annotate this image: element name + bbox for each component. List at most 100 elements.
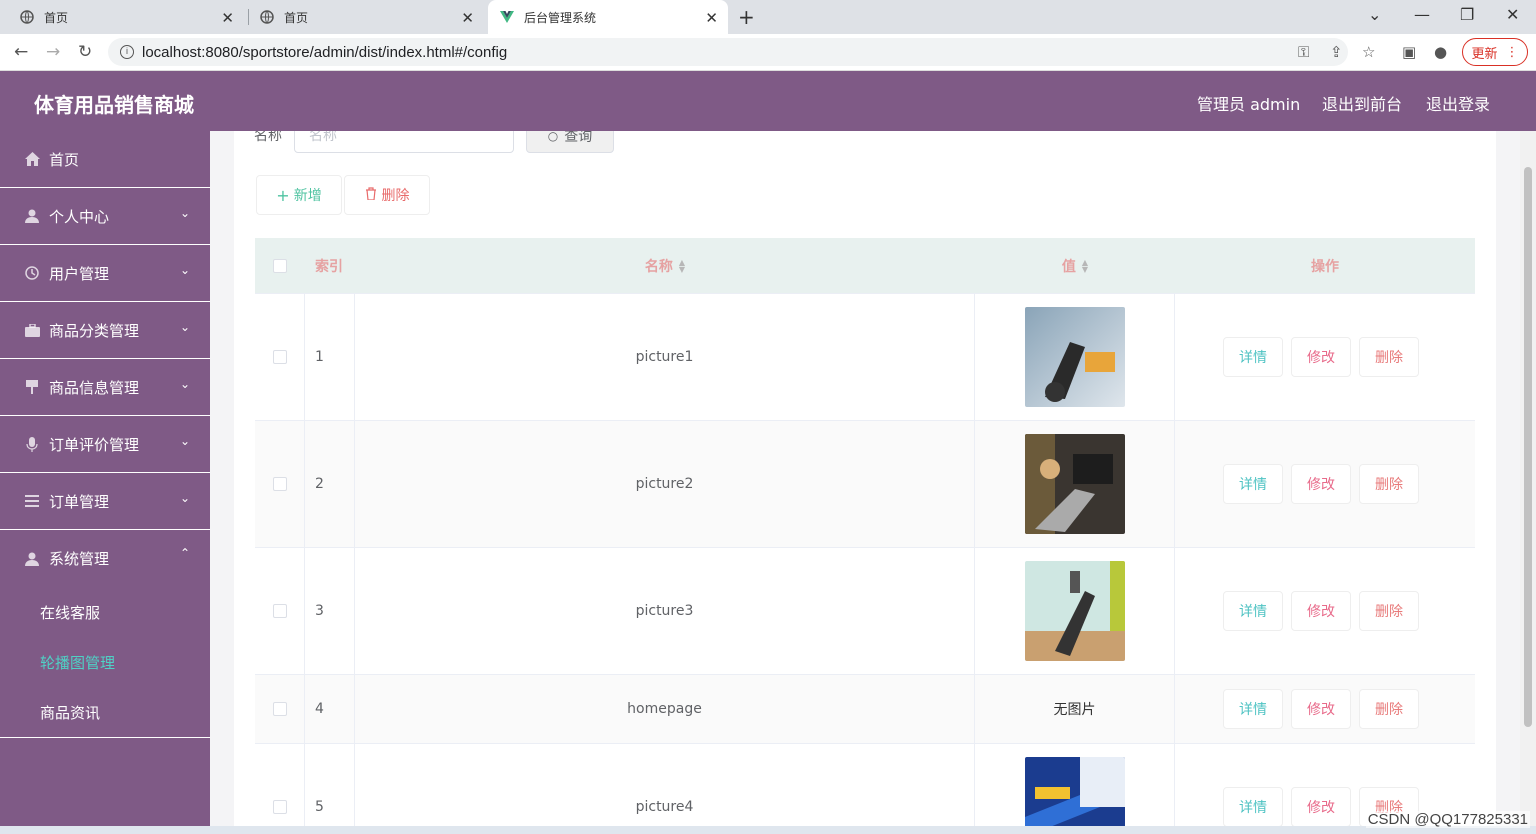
delete-button[interactable]: 删除 (1359, 689, 1419, 729)
star-icon[interactable]: ☆ (1362, 43, 1375, 61)
sidebar-item-product-management[interactable]: 商品信息管理 ⌄ (0, 359, 210, 416)
delete-button[interactable]: 删除 (1359, 337, 1419, 377)
row-checkbox[interactable] (272, 477, 287, 491)
site-info-icon[interactable]: i (120, 45, 134, 59)
new-tab-icon[interactable]: + (738, 5, 755, 29)
row-index: 3 (305, 548, 355, 674)
sidebar-item-system-management[interactable]: 系统管理 ⌃ (0, 530, 210, 587)
detail-button[interactable]: 详情 (1223, 464, 1283, 504)
browser-tab-2[interactable]: 首页 ✕ (248, 0, 484, 34)
reload-icon[interactable]: ↻ (78, 42, 92, 62)
update-button[interactable]: 更新 ⋮ (1462, 38, 1528, 66)
column-header-actions: 操作 (1311, 259, 1339, 275)
sidebar-item-label: 用户管理 (49, 264, 110, 283)
edit-button[interactable]: 修改 (1291, 689, 1351, 729)
chevron-down-icon: ⌄ (179, 491, 190, 505)
delete-button-label: 删除 (381, 188, 410, 204)
column-header-value[interactable]: 值 ▲ ▼ (975, 238, 1175, 294)
add-button[interactable]: + 新增 (256, 175, 342, 215)
sidebar-item-category-management[interactable]: 商品分类管理 ⌄ (0, 302, 210, 359)
column-header-name-label: 名称 (644, 259, 673, 275)
carousel-image-thumbnail[interactable] (1024, 434, 1125, 534)
edit-button[interactable]: 修改 (1291, 464, 1351, 504)
microphone-icon (24, 436, 40, 452)
share-icon[interactable]: ⇪ (1330, 43, 1343, 61)
delete-button[interactable]: 删除 (1359, 464, 1419, 504)
sidebar-item-user-management[interactable]: 用户管理 ⌄ (0, 245, 210, 302)
row-checkbox[interactable] (272, 702, 287, 716)
row-index: 5 (305, 744, 355, 834)
search-button[interactable]: ○ 查询 (526, 131, 614, 153)
edit-button[interactable]: 修改 (1291, 787, 1351, 827)
minimize-icon[interactable]: — (1414, 5, 1430, 24)
config-table: 索引 名称 ▲ ▼ 值 ▲ ▼ 操作 1 picture1 详情 修改 删除 2… (255, 238, 1475, 834)
row-name: picture4 (355, 744, 975, 834)
sidebar-item-personal-center[interactable]: 个人中心 ⌄ (0, 188, 210, 245)
carousel-image-thumbnail[interactable] (1024, 561, 1125, 661)
submenu-item-online-service[interactable]: 在线客服 (0, 587, 210, 637)
detail-button[interactable]: 详情 (1223, 337, 1283, 377)
search-input[interactable]: 名称 (294, 131, 514, 153)
submenu-item-carousel-management[interactable]: 轮播图管理 (0, 637, 210, 687)
submenu-item-product-news[interactable]: 商品资讯 (0, 687, 210, 737)
row-checkbox[interactable] (272, 604, 287, 618)
close-icon[interactable]: ✕ (221, 9, 234, 27)
exit-to-front-link[interactable]: 退出到前台 (1322, 91, 1402, 115)
select-all-checkbox[interactable] (273, 259, 287, 273)
plus-icon: + (276, 185, 290, 205)
row-checkbox[interactable] (272, 350, 287, 364)
column-header-name[interactable]: 名称 ▲ ▼ (355, 238, 975, 294)
row-name: picture2 (355, 421, 975, 547)
sidepanel-icon[interactable]: ▣ (1402, 43, 1416, 61)
browser-tab-bar: 首页 ✕ 首页 ✕ 后台管理系统 ✕ + ⌄ — ❐ ✕ (0, 0, 1536, 34)
edit-button[interactable]: 修改 (1291, 337, 1351, 377)
carousel-image-thumbnail[interactable] (1024, 307, 1125, 407)
close-icon[interactable]: ✕ (705, 9, 718, 27)
update-label: 更新 (1471, 46, 1498, 62)
sidebar-item-label: 首页 (49, 150, 80, 169)
add-button-label: 新增 (293, 188, 322, 204)
sort-caret-icon[interactable]: ▲ ▼ (679, 259, 685, 274)
sidebar-item-label: 商品分类管理 (49, 321, 140, 340)
list-icon (24, 493, 40, 509)
close-icon[interactable]: ✕ (461, 9, 474, 27)
carousel-image-thumbnail[interactable] (1024, 757, 1125, 834)
search-icon: ○ (547, 131, 559, 143)
url-field[interactable]: i localhost:8080/sportstore/admin/dist/i… (108, 38, 1348, 66)
browser-tab-1[interactable]: 首页 ✕ (8, 0, 244, 34)
chevron-down-icon: ⌄ (179, 320, 190, 334)
sidebar-item-home[interactable]: 首页 (0, 131, 210, 188)
tab-search-chevron-icon[interactable]: ⌄ (1368, 5, 1381, 24)
restore-icon[interactable]: ❐ (1460, 5, 1474, 24)
pin-icon (24, 379, 40, 395)
detail-button[interactable]: 详情 (1223, 787, 1283, 827)
detail-button[interactable]: 详情 (1223, 689, 1283, 729)
home-icon (24, 151, 40, 167)
browser-tab-3[interactable]: 后台管理系统 ✕ (488, 0, 728, 34)
back-icon[interactable]: ← (14, 42, 28, 62)
scrollbar-thumb[interactable] (1524, 167, 1532, 727)
forward-icon[interactable]: → (46, 42, 60, 62)
browser-address-bar: ← → ↻ i localhost:8080/sportstore/admin/… (0, 34, 1536, 71)
sidebar-item-label: 订单评价管理 (49, 435, 140, 454)
page-scrollbar[interactable] (1520, 131, 1536, 834)
logout-link[interactable]: 退出登录 (1426, 91, 1490, 115)
row-checkbox[interactable] (272, 800, 287, 814)
sidebar-item-review-management[interactable]: 订单评价管理 ⌄ (0, 416, 210, 473)
window-close-icon[interactable]: ✕ (1506, 5, 1519, 24)
detail-button[interactable]: 详情 (1223, 591, 1283, 631)
row-index: 2 (305, 421, 355, 547)
sidebar-item-label: 个人中心 (49, 207, 110, 226)
chevron-down-icon: ⌄ (179, 206, 190, 220)
key-icon[interactable]: ⚿ (1298, 43, 1309, 61)
sidebar-item-order-management[interactable]: 订单管理 ⌄ (0, 473, 210, 530)
taskbar-strip (0, 826, 1536, 834)
delete-button[interactable]: 删除 (1359, 591, 1419, 631)
sort-caret-icon[interactable]: ▲ ▼ (1082, 259, 1088, 274)
edit-button[interactable]: 修改 (1291, 591, 1351, 631)
batch-delete-button[interactable]: 删除 (344, 175, 430, 215)
search-label: 名称 (254, 131, 282, 144)
profile-icon[interactable]: ● (1434, 43, 1447, 61)
tab-title: 首页 (44, 10, 69, 25)
watermark-text: CSDN @QQ177825331 (1365, 811, 1530, 828)
